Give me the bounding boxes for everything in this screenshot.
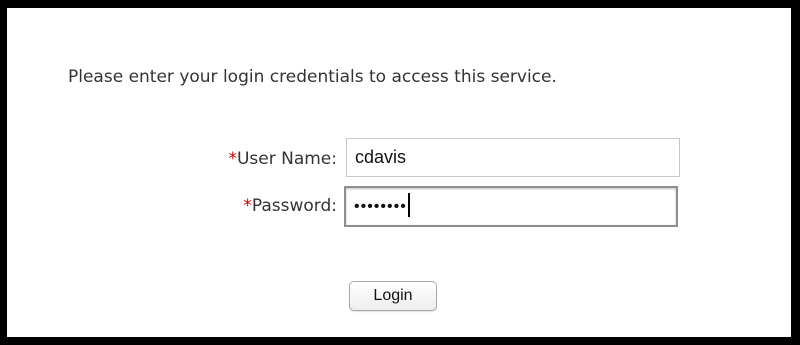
password-value: •••••••• (354, 198, 407, 215)
username-label: *User Name: (171, 148, 337, 170)
password-field[interactable]: •••••••• (344, 186, 678, 227)
required-marker: * (228, 149, 237, 169)
instructions-text: Please enter your login credentials to a… (68, 67, 557, 87)
password-label: *Password: (171, 195, 337, 217)
login-button[interactable]: Login (349, 281, 437, 311)
username-label-text: User Name: (236, 149, 337, 169)
login-panel: Please enter your login credentials to a… (0, 0, 800, 345)
username-field[interactable]: cdavis (346, 138, 680, 177)
required-marker: * (243, 196, 252, 216)
username-value: cdavis (355, 147, 407, 167)
text-cursor (407, 192, 410, 217)
password-label-text: Password: (251, 196, 337, 216)
